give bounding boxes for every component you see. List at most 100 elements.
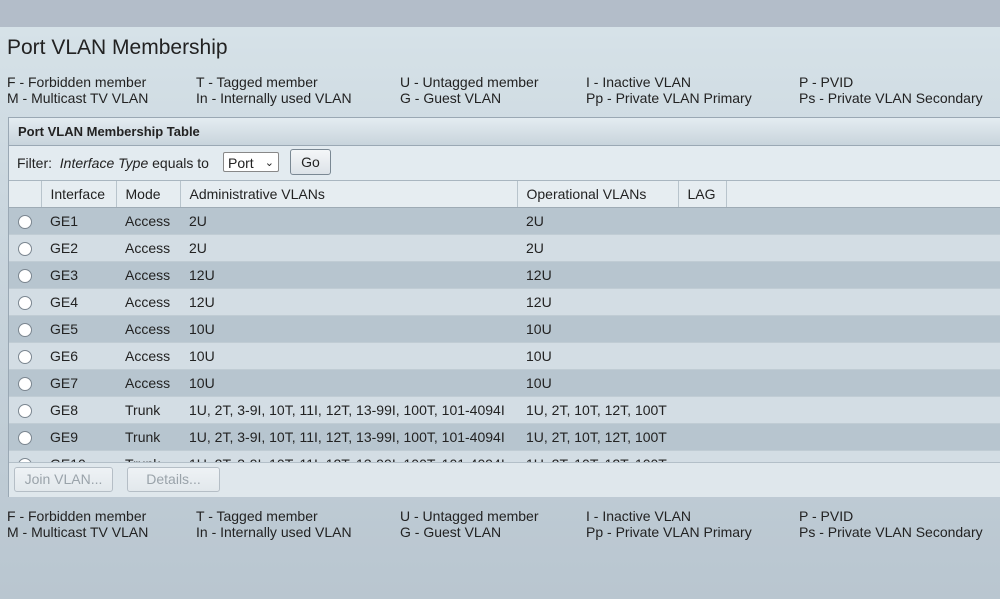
col-interface: Interface — [41, 181, 117, 208]
legend-col-3: U - Untagged member G - Guest VLAN — [400, 74, 539, 106]
row-interface: GE2 — [50, 240, 79, 256]
row-interface: GE8 — [50, 402, 79, 418]
row-interface: GE1 — [50, 213, 79, 229]
row-admin-vlans: 1U, 2T, 3-9I, 10T, 11I, 12T, 13-99I, 100… — [189, 402, 505, 418]
row-admin-vlans: 2U — [189, 240, 207, 256]
row-oper-vlans: 10U — [526, 375, 552, 391]
row-select-radio[interactable] — [9, 289, 41, 316]
join-vlan-button[interactable]: Join VLAN... — [14, 467, 113, 492]
row-mode: Trunk — [125, 429, 161, 445]
row-mode: Access — [125, 294, 171, 310]
table-row[interactable]: GE8 Trunk 1U, 2T, 3-9I, 10T, 11I, 12T, 13-… — [9, 396, 1000, 424]
row-filler — [726, 262, 1000, 289]
row-filler — [726, 289, 1000, 316]
row-mode: Access — [125, 213, 171, 229]
col-oper-vlans: Operational VLANs — [517, 181, 679, 208]
legend-col-4: I - Inactive VLAN Pp - Private VLAN Prima… — [586, 74, 752, 106]
table-header: Interface Mode Administrative VLANs Oper… — [9, 181, 1000, 208]
row-admin-vlans: 2U — [189, 213, 207, 229]
row-oper-vlans: 2U — [526, 213, 544, 229]
filter-label: Filter: Interface Type equals to — [17, 155, 209, 171]
row-mode: Trunk — [125, 402, 161, 418]
legend-col-5: P - PVID Ps - Private VLAN Secondary — [799, 508, 983, 540]
row-select-radio[interactable] — [9, 262, 41, 289]
row-mode: Access — [125, 375, 171, 391]
radio-button[interactable] — [18, 215, 32, 230]
table-row[interactable]: GE7 Access 10U 10U — [9, 369, 1000, 397]
interface-type-select[interactable]: Port ⌄ — [223, 152, 279, 172]
row-select-radio[interactable] — [9, 235, 41, 262]
radio-button[interactable] — [18, 323, 32, 338]
membership-table: Interface Mode Administrative VLANs Oper… — [9, 181, 1000, 478]
row-select-radio[interactable] — [9, 343, 41, 370]
table-row[interactable]: GE5 Access 10U 10U — [9, 315, 1000, 343]
row-oper-vlans: 10U — [526, 348, 552, 364]
radio-button[interactable] — [18, 404, 32, 419]
row-oper-vlans: 10U — [526, 321, 552, 337]
details-button[interactable]: Details... — [127, 467, 220, 492]
row-lag — [678, 370, 726, 397]
row-mode: Access — [125, 321, 171, 337]
row-oper-vlans: 12U — [526, 294, 552, 310]
table-row[interactable]: GE9 Trunk 1U, 2T, 3-9I, 10T, 11I, 12T, 13-… — [9, 423, 1000, 451]
row-select-radio[interactable] — [9, 397, 41, 424]
table-row[interactable]: GE4 Access 12U 12U — [9, 288, 1000, 316]
legend-col-2: T - Tagged member In - Internally used VL… — [196, 74, 352, 106]
radio-button[interactable] — [18, 242, 32, 257]
table-row[interactable]: GE2 Access 2U 2U — [9, 234, 1000, 262]
row-interface: GE5 — [50, 321, 79, 337]
radio-button[interactable] — [18, 377, 32, 392]
legend-col-5: P - PVID Ps - Private VLAN Secondary — [799, 74, 983, 106]
row-lag — [678, 424, 726, 451]
row-select-radio[interactable] — [9, 370, 41, 397]
radio-button[interactable] — [18, 296, 32, 311]
row-interface: GE6 — [50, 348, 79, 364]
row-mode: Access — [125, 348, 171, 364]
row-admin-vlans: 10U — [189, 375, 215, 391]
row-lag — [678, 208, 726, 235]
row-filler — [726, 424, 1000, 451]
filter-bar: Filter: Interface Type equals to Port ⌄ … — [9, 146, 1000, 181]
row-mode: Access — [125, 240, 171, 256]
row-select-radio[interactable] — [9, 316, 41, 343]
row-admin-vlans: 1U, 2T, 3-9I, 10T, 11I, 12T, 13-99I, 100… — [189, 429, 505, 445]
row-select-radio[interactable] — [9, 424, 41, 451]
row-lag — [678, 343, 726, 370]
table-row[interactable]: GE1 Access 2U 2U — [9, 207, 1000, 235]
legend-col-1: F - Forbidden member M - Multicast TV VLA… — [7, 508, 149, 540]
col-lag: LAG — [678, 181, 727, 208]
chevron-down-icon: ⌄ — [264, 157, 274, 169]
row-select-radio[interactable] — [9, 208, 41, 235]
table-row[interactable]: GE3 Access 12U 12U — [9, 261, 1000, 289]
radio-button[interactable] — [18, 431, 32, 446]
row-lag — [678, 235, 726, 262]
row-filler — [726, 397, 1000, 424]
row-admin-vlans: 10U — [189, 321, 215, 337]
row-oper-vlans: 1U, 2T, 10T, 12T, 100T — [526, 402, 667, 418]
row-oper-vlans: 12U — [526, 267, 552, 283]
row-mode: Access — [125, 267, 171, 283]
radio-button[interactable] — [18, 350, 32, 365]
row-lag — [678, 289, 726, 316]
col-mode: Mode — [116, 181, 181, 208]
page-title: Port VLAN Membership — [7, 36, 228, 59]
row-lag — [678, 397, 726, 424]
row-lag — [678, 262, 726, 289]
legend-col-1: F - Forbidden member M - Multicast TV VLA… — [7, 74, 149, 106]
table-row[interactable]: GE6 Access 10U 10U — [9, 342, 1000, 370]
action-bar: Join VLAN... Details... — [9, 462, 1000, 497]
row-admin-vlans: 12U — [189, 267, 215, 283]
legend-col-2: T - Tagged member In - Internally used VL… — [196, 508, 352, 540]
row-filler — [726, 343, 1000, 370]
row-filler — [726, 370, 1000, 397]
go-button[interactable]: Go — [290, 149, 331, 175]
row-filler — [726, 235, 1000, 262]
row-oper-vlans: 1U, 2T, 10T, 12T, 100T — [526, 429, 667, 445]
row-filler — [726, 208, 1000, 235]
radio-button[interactable] — [18, 269, 32, 284]
col-filler — [726, 181, 1000, 208]
row-lag — [678, 316, 726, 343]
row-oper-vlans: 2U — [526, 240, 544, 256]
legend-col-3: U - Untagged member G - Guest VLAN — [400, 508, 539, 540]
membership-table-panel: Port VLAN Membership Table Filter: Inter… — [8, 117, 1000, 497]
